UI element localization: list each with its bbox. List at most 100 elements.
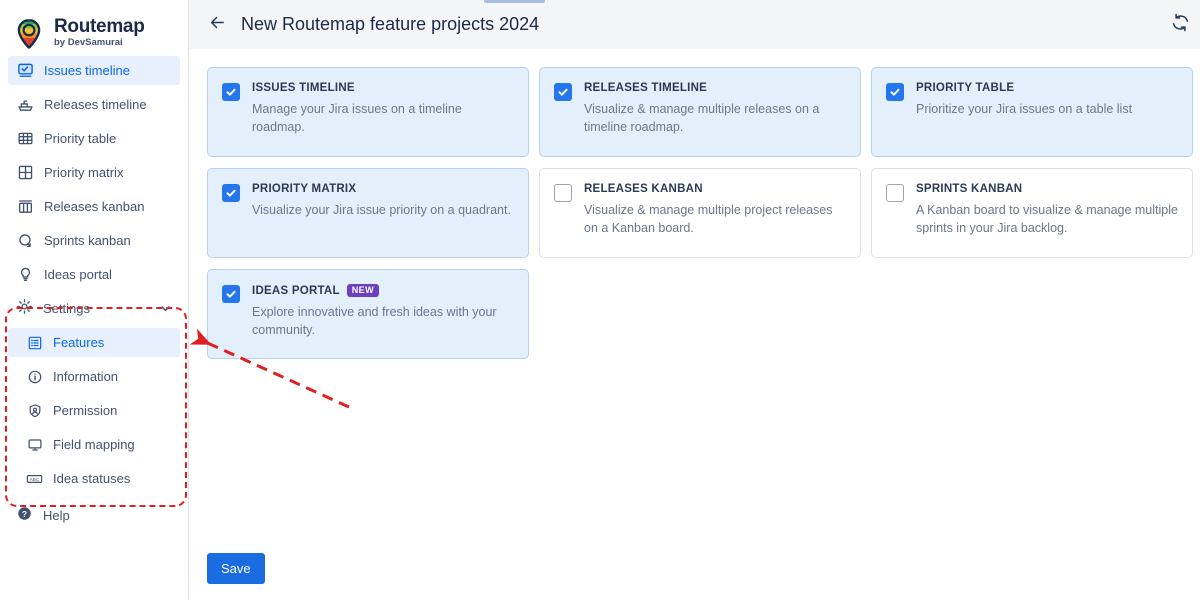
feature-checkbox[interactable] [554, 83, 572, 101]
feature-title-row: SPRINTS KANBAN [916, 183, 1178, 195]
info-circle-icon [26, 368, 43, 385]
sidebar: Routemap by DevSamurai Issues timeline [0, 0, 189, 600]
sidebar-item-label: Issues timeline [44, 63, 130, 78]
feature-checkbox[interactable] [554, 184, 572, 202]
status-badge-new: NEW [347, 284, 379, 297]
brand-tagline: by DevSamurai [54, 38, 145, 48]
feature-title-row: ISSUES TIMELINE [252, 82, 514, 94]
feature-title-row: PRIORITY MATRIX [252, 183, 514, 195]
routemap-pin-logo-icon [12, 17, 46, 51]
sidebar-group-settings[interactable]: Settings [8, 294, 180, 323]
feature-title-row: PRIORITY TABLE [916, 82, 1178, 94]
refresh-sync-icon [1170, 12, 1191, 38]
sidebar-item-label: Ideas portal [44, 267, 112, 282]
sidebar-item-issues-timeline[interactable]: Issues timeline [8, 56, 180, 85]
monitor-icon [26, 436, 43, 453]
sidebar-item-sprints-kanban[interactable]: Sprints kanban [8, 226, 180, 255]
sidebar-item-permission[interactable]: Permission [8, 396, 180, 425]
sidebar-item-priority-matrix[interactable]: Priority matrix [8, 158, 180, 187]
feature-description: Prioritize your Jira issues on a table l… [916, 101, 1178, 119]
feature-description: Visualize & manage multiple project rele… [584, 202, 846, 238]
sprint-loop-icon [16, 232, 34, 250]
feature-card-releases-timeline[interactable]: RELEASES TIMELINE Visualize & manage mul… [539, 67, 861, 157]
feature-card-body: ISSUES TIMELINE Manage your Jira issues … [252, 82, 514, 142]
matrix-quadrant-icon [16, 164, 34, 182]
feature-title: RELEASES TIMELINE [584, 82, 707, 94]
shield-user-icon [26, 402, 43, 419]
sidebar-item-releases-timeline[interactable]: Releases timeline [8, 90, 180, 119]
help-circle-icon: ? [16, 505, 33, 527]
sidebar-item-label: Releases timeline [44, 97, 147, 112]
feature-card-body: RELEASES TIMELINE Visualize & manage mul… [584, 82, 846, 142]
feature-title: SPRINTS KANBAN [916, 183, 1022, 195]
lightbulb-icon [16, 266, 34, 284]
feature-checkbox[interactable] [886, 83, 904, 101]
table-grid-icon [16, 130, 34, 148]
sidebar-item-label: Idea statuses [53, 471, 130, 486]
sidebar-item-releases-kanban[interactable]: Releases kanban [8, 192, 180, 221]
feature-card-priority-matrix[interactable]: PRIORITY MATRIX Visualize your Jira issu… [207, 168, 529, 258]
save-row: Save [207, 553, 265, 584]
feature-description: Visualize & manage multiple releases on … [584, 101, 846, 137]
sidebar-item-label: Sprints kanban [44, 233, 131, 248]
features-list-icon [26, 334, 43, 351]
sidebar-item-features[interactable]: Features [8, 328, 180, 357]
sidebar-item-label: Permission [53, 403, 117, 418]
feature-checkbox[interactable] [222, 184, 240, 202]
sidebar-item-label: Features [53, 335, 104, 350]
feature-card-issues-timeline[interactable]: ISSUES TIMELINE Manage your Jira issues … [207, 67, 529, 157]
sidebar-item-idea-statuses[interactable]: ABC Idea statuses [8, 464, 180, 493]
sidebar-item-label: Priority table [44, 131, 116, 146]
main-area: New Routemap feature projects 2024 [189, 0, 1200, 600]
feature-card-body: PRIORITY MATRIX Visualize your Jira issu… [252, 183, 514, 243]
page-title: New Routemap feature projects 2024 [241, 14, 539, 35]
brand-header[interactable]: Routemap by DevSamurai [0, 0, 188, 56]
feature-card-ideas-portal[interactable]: IDEAS PORTAL NEW Explore innovative and … [207, 269, 529, 359]
feature-title-row: IDEAS PORTAL NEW [252, 284, 514, 297]
sidebar-item-help[interactable]: ? Help [8, 501, 180, 530]
sidebar-item-label: Help [43, 508, 70, 523]
sidebar-item-label: Priority matrix [44, 165, 123, 180]
brand-name: Routemap [54, 17, 145, 36]
feature-title: RELEASES KANBAN [584, 183, 703, 195]
save-button[interactable]: Save [207, 553, 265, 584]
feature-card-priority-table[interactable]: PRIORITY TABLE Prioritize your Jira issu… [871, 67, 1193, 157]
feature-checkbox[interactable] [222, 285, 240, 303]
back-button[interactable] [205, 13, 229, 37]
feature-card-body: IDEAS PORTAL NEW Explore innovative and … [252, 284, 514, 344]
kanban-columns-icon [16, 198, 34, 216]
feature-title: IDEAS PORTAL [252, 285, 340, 297]
sidebar-group-label: Settings [43, 301, 90, 316]
feature-card-releases-kanban[interactable]: RELEASES KANBAN Visualize & manage multi… [539, 168, 861, 258]
sidebar-item-label: Information [53, 369, 118, 384]
chevron-down-icon[interactable] [159, 302, 172, 315]
feature-description: Manage your Jira issues on a timeline ro… [252, 101, 514, 137]
feature-checkbox[interactable] [886, 184, 904, 202]
browser-tab-stub [484, 0, 545, 3]
timeline-monitor-icon [16, 62, 34, 80]
feature-title: ISSUES TIMELINE [252, 82, 355, 94]
feature-title-row: RELEASES TIMELINE [584, 82, 846, 94]
content-area: ISSUES TIMELINE Manage your Jira issues … [189, 49, 1200, 600]
refresh-button[interactable] [1167, 12, 1193, 38]
feature-title: PRIORITY MATRIX [252, 183, 356, 195]
feature-description: Explore innovative and fresh ideas with … [252, 304, 514, 340]
gear-icon [16, 298, 33, 320]
feature-description: A Kanban board to visualize & manage mul… [916, 202, 1178, 238]
feature-checkbox[interactable] [222, 83, 240, 101]
svg-text:ABC: ABC [30, 477, 40, 483]
feature-card-grid: ISSUES TIMELINE Manage your Jira issues … [207, 67, 1193, 359]
sidebar-item-information[interactable]: Information [8, 362, 180, 391]
abc-tag-icon: ABC [26, 470, 43, 487]
feature-card-body: PRIORITY TABLE Prioritize your Jira issu… [916, 82, 1178, 142]
brand-text: Routemap by DevSamurai [54, 17, 145, 50]
sidebar-item-field-mapping[interactable]: Field mapping [8, 430, 180, 459]
svg-text:?: ? [22, 508, 27, 518]
primary-nav: Issues timeline Releases timeline [0, 56, 188, 530]
feature-description: Visualize your Jira issue priority on a … [252, 202, 514, 220]
sidebar-item-priority-table[interactable]: Priority table [8, 124, 180, 153]
releases-boat-icon [16, 96, 34, 114]
feature-title-row: RELEASES KANBAN [584, 183, 846, 195]
feature-card-sprints-kanban[interactable]: SPRINTS KANBAN A Kanban board to visuali… [871, 168, 1193, 258]
sidebar-item-ideas-portal[interactable]: Ideas portal [8, 260, 180, 289]
